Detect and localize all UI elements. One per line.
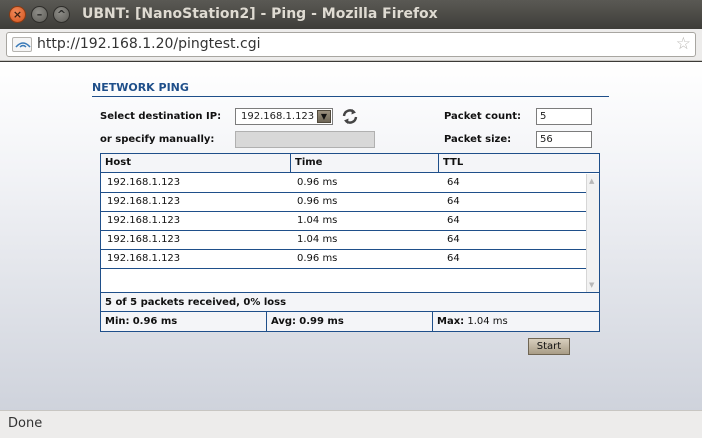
table-header: Host Time TTL [101, 154, 599, 173]
bookmark-star-icon[interactable]: ☆ [676, 34, 691, 54]
page-content: NETWORK PING Select destination IP: 192.… [0, 62, 702, 410]
section-title: NETWORK PING [92, 81, 189, 94]
stat-avg-label: Avg: [271, 316, 297, 327]
status-bar: Done [0, 410, 702, 438]
ping-results-table: Host Time TTL 192.168.1.123 0.96 ms 64 1… [100, 153, 600, 332]
start-button[interactable]: Start [528, 338, 570, 355]
url-text: http://192.168.1.20/pingtest.cgi [37, 36, 261, 52]
section-divider [92, 96, 609, 97]
cell-host: 192.168.1.123 [107, 215, 181, 226]
table-row: 192.168.1.123 0.96 ms 64 [101, 193, 586, 212]
stat-avg-value: 0.99 ms [299, 316, 344, 327]
table-row: 192.168.1.123 1.04 ms 64 [101, 212, 586, 231]
destination-ip-value: 192.168.1.123 [241, 111, 315, 122]
cell-ttl: 64 [447, 196, 460, 207]
latency-stats: Min: 0.96 ms Avg: 0.99 ms Max: 1.04 ms [101, 312, 599, 331]
packet-size-value: 56 [540, 134, 553, 145]
cell-host: 192.168.1.123 [107, 253, 181, 264]
stat-max-value: 1.04 ms [467, 316, 508, 327]
stat-min-value: 0.96 ms [132, 316, 178, 327]
window-close-button[interactable]: × [9, 6, 26, 23]
cell-time: 0.96 ms [297, 196, 338, 207]
column-header-time: Time [291, 154, 439, 173]
table-row: 192.168.1.123 1.04 ms 64 [101, 231, 586, 250]
destination-ip-select[interactable]: 192.168.1.123 ▼ [235, 108, 333, 125]
cell-time: 0.96 ms [297, 253, 338, 264]
manual-ip-label: or specify manually: [100, 134, 215, 145]
stat-min: Min: 0.96 ms [101, 312, 266, 331]
packet-count-value: 5 [540, 111, 547, 122]
packet-size-input[interactable]: 56 [536, 131, 592, 148]
column-header-host: Host [101, 154, 291, 173]
packet-count-input[interactable]: 5 [536, 108, 592, 125]
status-text: Done [8, 416, 43, 431]
table-row: 192.168.1.123 0.96 ms 64 [101, 250, 586, 269]
refresh-icon[interactable] [341, 108, 359, 125]
cell-ttl: 64 [447, 234, 460, 245]
stat-max: Max: 1.04 ms [432, 312, 599, 331]
packet-count-label: Packet count: [444, 111, 521, 122]
dropdown-arrow-icon[interactable]: ▼ [317, 110, 331, 123]
destination-ip-label: Select destination IP: [100, 111, 222, 122]
window-minimize-button[interactable]: – [31, 6, 48, 23]
cell-ttl: 64 [447, 215, 460, 226]
navigation-bar: http://192.168.1.20/pingtest.cgi ☆ [0, 29, 702, 61]
cell-ttl: 64 [447, 253, 460, 264]
url-input[interactable]: http://192.168.1.20/pingtest.cgi ☆ [6, 32, 696, 57]
cell-time: 1.04 ms [297, 234, 338, 245]
scroll-down-icon[interactable]: ▼ [589, 281, 594, 289]
cell-host: 192.168.1.123 [107, 177, 181, 188]
cell-host: 192.168.1.123 [107, 234, 181, 245]
cell-ttl: 64 [447, 177, 460, 188]
cell-time: 0.96 ms [297, 177, 338, 188]
stat-max-label: Max: [437, 316, 465, 327]
stat-avg: Avg: 0.99 ms [266, 312, 432, 331]
table-body: 192.168.1.123 0.96 ms 64 192.168.1.123 0… [101, 174, 586, 292]
stat-min-label: Min: [105, 316, 130, 327]
window-maximize-button[interactable]: ^ [53, 6, 70, 23]
cell-time: 1.04 ms [297, 215, 338, 226]
manual-ip-input[interactable] [235, 131, 375, 148]
column-header-ttl: TTL [443, 157, 464, 168]
site-favicon-icon [12, 37, 32, 52]
table-scrollbar[interactable]: ▲ ▼ [586, 174, 599, 292]
table-row: 192.168.1.123 0.96 ms 64 [101, 174, 586, 193]
window-title: UBNT: [NanoStation2] - Ping - Mozilla Fi… [82, 6, 438, 22]
window-titlebar: × – ^ UBNT: [NanoStation2] - Ping - Mozi… [0, 0, 702, 29]
cell-host: 192.168.1.123 [107, 196, 181, 207]
packets-summary-text: 5 of 5 packets received, 0% loss [105, 297, 287, 308]
scroll-up-icon[interactable]: ▲ [589, 177, 594, 185]
packets-summary: 5 of 5 packets received, 0% loss [101, 292, 599, 312]
packet-size-label: Packet size: [444, 134, 512, 145]
